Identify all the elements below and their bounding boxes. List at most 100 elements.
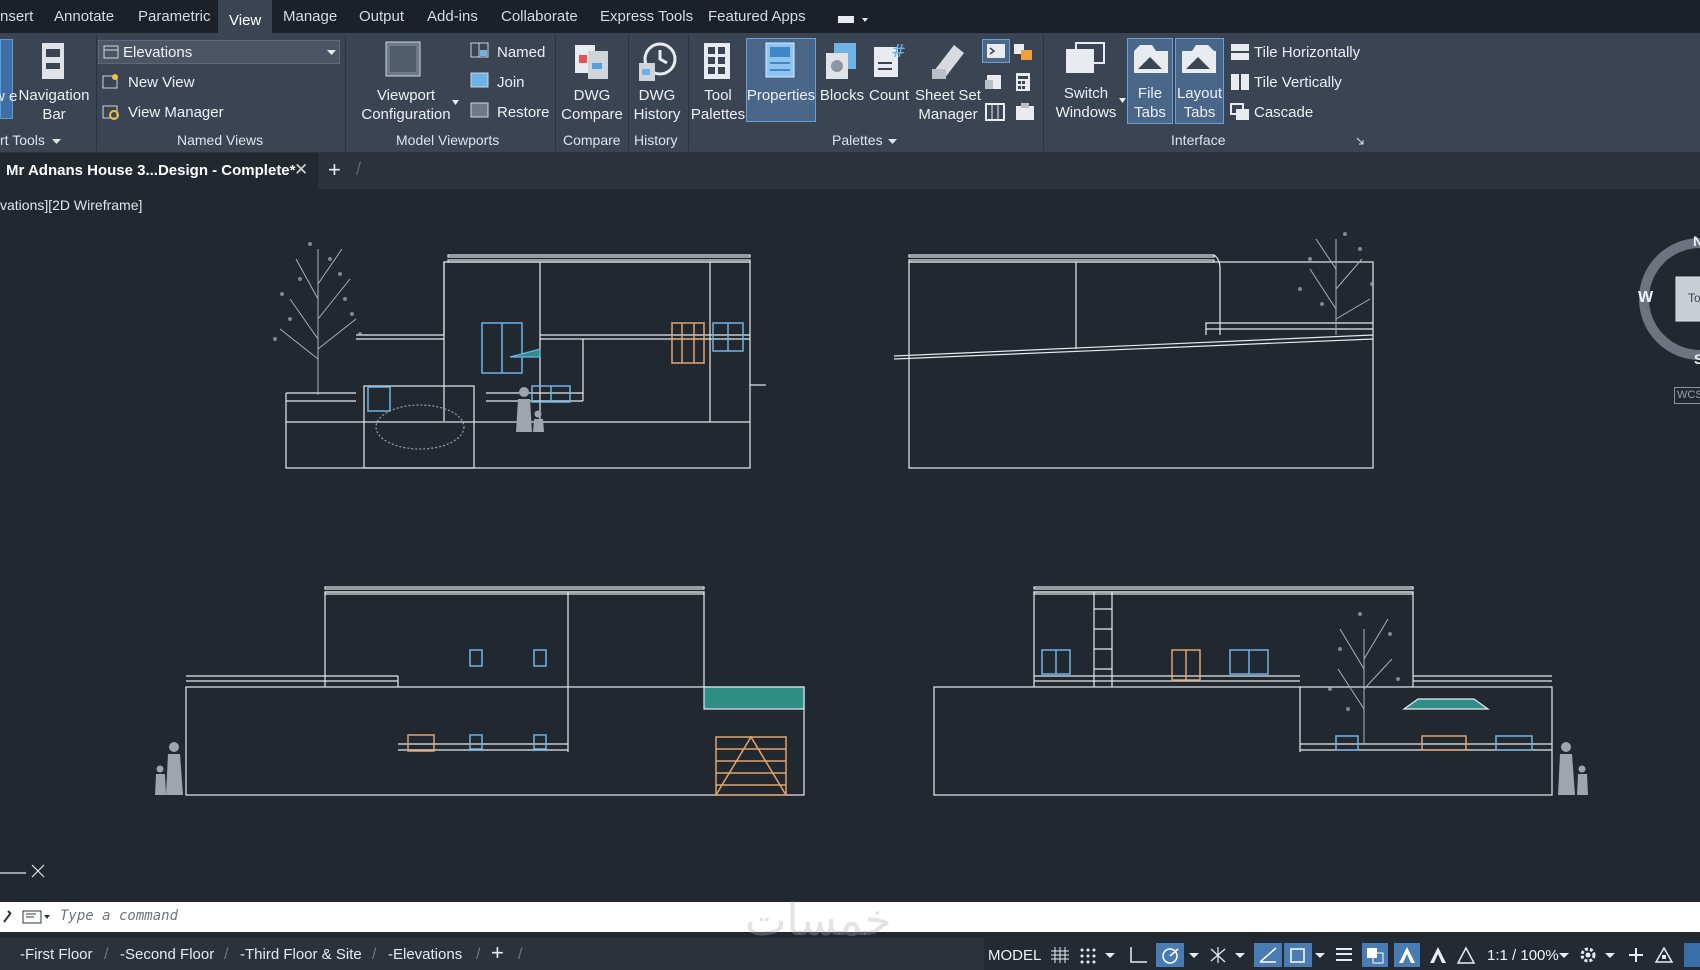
restore-button[interactable]: Restore	[497, 104, 550, 121]
panel-expand-icon[interactable]	[888, 138, 898, 146]
panel-label-interface: Interface	[1171, 132, 1226, 148]
viewcube-south[interactable]: S	[1694, 351, 1700, 367]
snap-mode-icon[interactable]	[1078, 946, 1098, 964]
ucs-icon	[0, 864, 45, 878]
tab-collaborate[interactable]: Collaborate	[501, 8, 578, 25]
file-tab-active[interactable]: Mr Adnans House 3...Design - Complete* ✕	[0, 153, 318, 189]
viewport-configuration-button[interactable]: Viewport Configuration	[356, 86, 456, 124]
grid-icon[interactable]	[1050, 946, 1070, 964]
tile-horizontally-button[interactable]: Tile Horizontally	[1254, 44, 1360, 61]
count-button[interactable]: Count	[866, 86, 912, 105]
cascade-button[interactable]: Cascade	[1254, 104, 1313, 121]
tool-palettes-icon	[704, 43, 730, 79]
file-tab-title: Mr Adnans House 3...Design - Complete*	[6, 162, 296, 179]
clipboard-icon[interactable]	[1014, 102, 1036, 122]
command-line-icon	[987, 44, 1005, 58]
tab-express-tools[interactable]: Express Tools	[600, 8, 693, 25]
new-view-icon	[102, 74, 118, 89]
layout-tabs-icon	[1182, 45, 1216, 73]
chevron-down-icon[interactable]	[1188, 946, 1200, 964]
annotation-scale-triangle-icon[interactable]	[1456, 946, 1476, 964]
chevron-down-icon[interactable]	[1234, 946, 1246, 964]
layout-tab-third-floor-site[interactable]: -Third Floor & Site	[240, 946, 362, 963]
tab-output[interactable]: Output	[359, 8, 404, 25]
tab-featured-apps[interactable]: Featured Apps	[708, 8, 806, 25]
layout-tab-second-floor[interactable]: -Second Floor	[120, 946, 214, 963]
tab-divider: /	[224, 946, 229, 963]
dwg-history-button[interactable]: DWG History	[626, 86, 688, 124]
isometric-drafting-icon[interactable]	[1208, 946, 1228, 964]
layout-tab-first-floor[interactable]: -First Floor	[20, 946, 93, 963]
dwg-compare-button[interactable]: DWG Compare	[556, 86, 628, 124]
file-tabs-button: File Tabs	[1134, 85, 1166, 121]
lineweight-icon[interactable]	[1334, 946, 1354, 964]
tile-vertically-icon	[1231, 74, 1249, 90]
viewcube-north[interactable]: N	[1693, 233, 1700, 249]
chevron-down-icon[interactable]	[1314, 946, 1326, 964]
tile-vertically-button[interactable]: Tile Vertically	[1254, 74, 1342, 91]
annotation-scale[interactable]: 1:1 / 100%	[1487, 947, 1559, 964]
wrench-icon[interactable]	[2, 909, 12, 923]
viewcube-face[interactable]: To	[1688, 291, 1700, 305]
tab-view[interactable]: View	[218, 0, 273, 33]
properties-button[interactable]: Properties	[746, 86, 816, 105]
markup-icon[interactable]	[984, 72, 1006, 92]
ortho-mode-icon[interactable]	[1128, 946, 1148, 964]
cascade-icon	[1230, 103, 1249, 120]
chevron-down-icon[interactable]	[1604, 946, 1616, 964]
isolate-objects-icon[interactable]	[1654, 946, 1674, 964]
named-view-dropdown[interactable]: Elevations	[98, 40, 340, 64]
sheet-set-manager-button[interactable]: Sheet Set Manager	[912, 86, 984, 124]
new-file-tab-icon[interactable]: +	[328, 157, 341, 183]
chevron-down-icon[interactable]	[1558, 946, 1570, 964]
quickcalc-icon[interactable]	[1014, 72, 1032, 92]
tab-insert[interactable]: nsert	[0, 8, 33, 25]
hardware-acceleration-toggle[interactable]	[1684, 943, 1700, 967]
annotation-scale-icon	[1399, 947, 1415, 963]
viewport-configuration-icon	[385, 41, 421, 77]
layout-tabs-button: Layout Tabs	[1176, 85, 1223, 121]
view-cube-toggle[interactable]	[0, 39, 13, 119]
named-view-value: Elevations	[123, 44, 193, 61]
panel-expand-icon[interactable]	[52, 138, 62, 146]
layers-palette-icon[interactable]	[984, 102, 1006, 122]
count-icon: #	[874, 41, 906, 77]
chevron-down-icon[interactable]	[1119, 98, 1127, 104]
chevron-down-icon[interactable]	[1104, 946, 1116, 964]
command-history-icon[interactable]	[22, 910, 52, 924]
panel-launcher-icon[interactable]	[1356, 137, 1364, 145]
join-button[interactable]: Join	[497, 74, 525, 91]
layout-tab-elevations[interactable]: -Elevations	[388, 946, 462, 963]
gear-icon[interactable]	[1578, 946, 1598, 964]
switch-windows-icon	[1066, 42, 1105, 73]
tool-palettes-button[interactable]: Tool Palettes	[688, 86, 748, 124]
drawing-canvas[interactable]: vations][2D Wireframe] W N S To WC	[0, 189, 1700, 895]
ribbon-tab-bar: nsert Annotate Parametric View Manage Ou…	[0, 0, 1700, 33]
tab-annotate[interactable]: Annotate	[54, 8, 114, 25]
design-center-icon[interactable]	[1012, 42, 1034, 62]
tab-divider: /	[356, 159, 362, 179]
minimize-ribbon-icon[interactable]	[838, 14, 870, 26]
add-layout-icon[interactable]: +	[491, 940, 504, 966]
named-viewports-button[interactable]: Named	[497, 44, 545, 61]
chevron-down-icon[interactable]	[452, 100, 460, 106]
chevron-down-icon	[327, 50, 336, 55]
viewcube-west[interactable]: W	[1638, 289, 1653, 307]
new-view-button[interactable]: New View	[128, 74, 194, 91]
wcs-menu[interactable]: WCS	[1674, 387, 1700, 404]
tab-add-ins[interactable]: Add-ins	[427, 8, 478, 25]
sheet-set-manager-icon	[932, 45, 964, 79]
view-icon	[103, 45, 119, 59]
blocks-button[interactable]: Blocks	[816, 86, 868, 105]
tab-parametric[interactable]: Parametric	[138, 8, 211, 25]
plus-icon[interactable]	[1626, 946, 1646, 964]
close-icon[interactable]: ✕	[294, 160, 308, 180]
tab-manage[interactable]: Manage	[283, 8, 337, 25]
command-input[interactable]: Type a command	[60, 908, 178, 924]
panel-label-history: History	[634, 132, 678, 148]
view-manager-button[interactable]: View Manager	[128, 104, 224, 121]
navigation-bar-button[interactable]: Navigation Bar	[16, 86, 92, 124]
switch-windows-button[interactable]: Switch Windows	[1052, 84, 1120, 122]
auto-scale-icon[interactable]	[1428, 946, 1448, 964]
model-space-toggle[interactable]: MODEL	[988, 947, 1041, 964]
